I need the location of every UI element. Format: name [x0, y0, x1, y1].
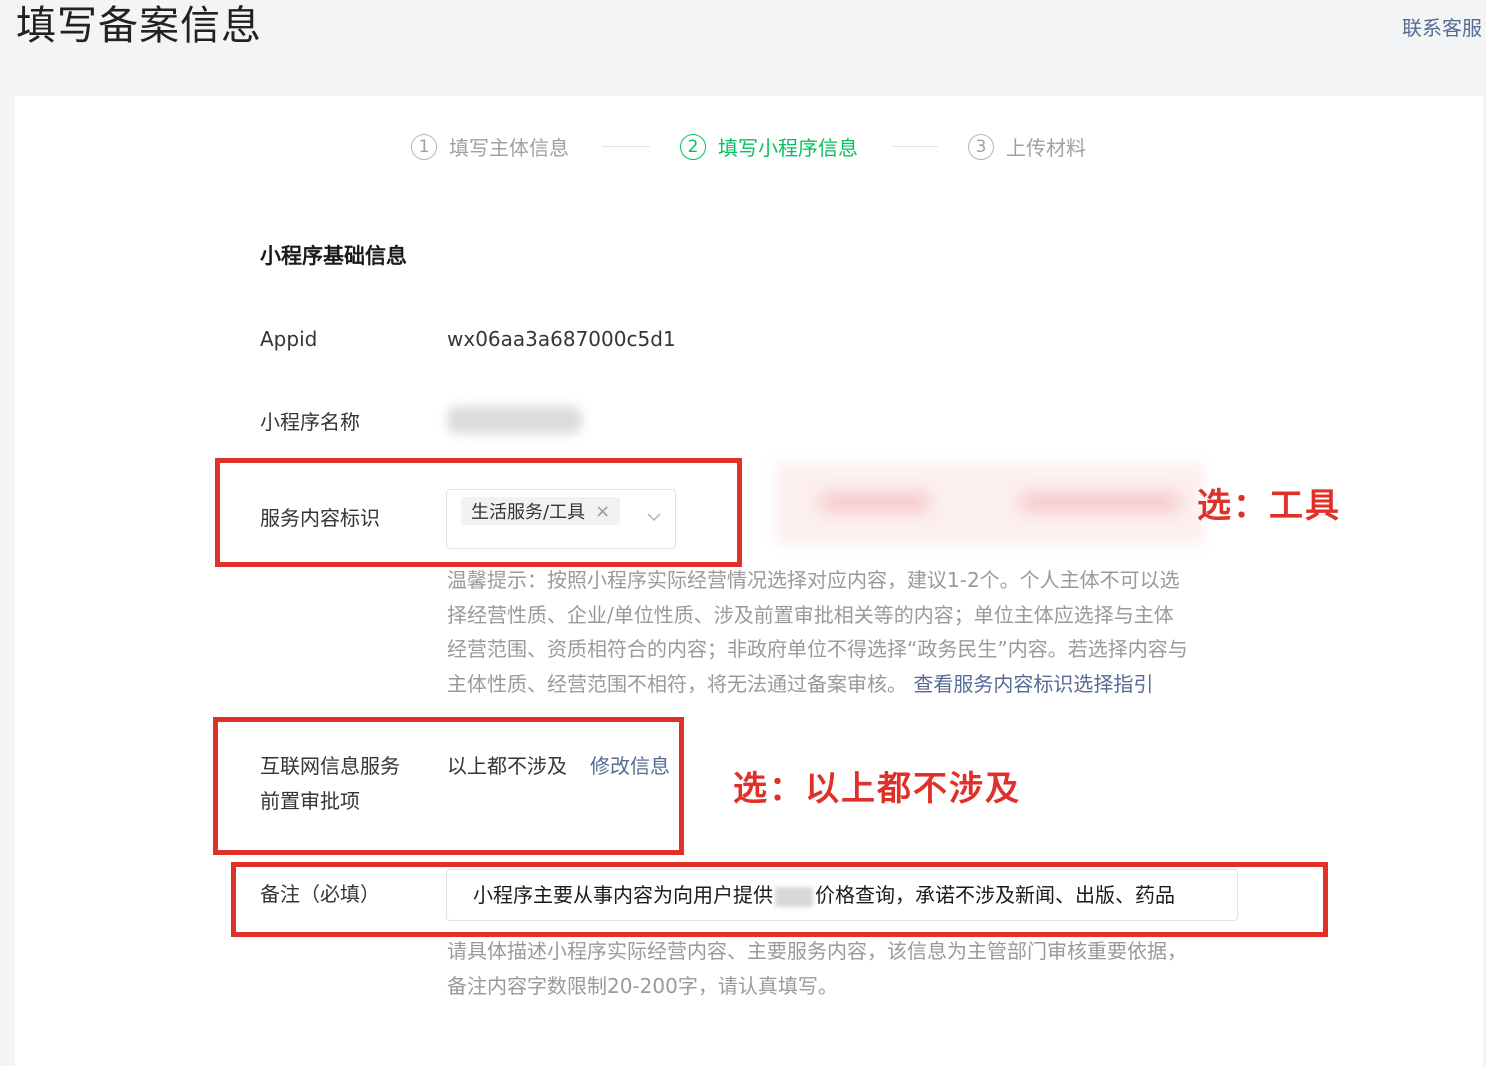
redaction-blur-streak: [820, 495, 930, 509]
step-3: 3 上传材料: [968, 132, 1086, 161]
step-number: 2: [680, 133, 706, 160]
annotation-box-service: [215, 458, 742, 567]
appid-label: Appid: [260, 327, 318, 351]
hint-line: 经营范围、资质相符合的内容；非政府单位不得选择“政务民生”内容。若选择内容与: [447, 637, 1188, 661]
redaction-blur-streak: [1020, 495, 1180, 509]
hint-text: 主体性质、经营范围不相符，将无法通过备案审核。: [447, 671, 907, 696]
step-divider: [892, 146, 938, 147]
step-label: 填写小程序信息: [718, 136, 858, 160]
hint-line: 请具体描述小程序实际经营内容、主要服务内容，该信息为主管部门审核重要依据，: [447, 939, 1187, 963]
hint-line: 择经营性质、企业/单位性质、涉及前置审批相关等的内容；单位主体应选择与主体: [447, 602, 1174, 627]
step-number: 1: [411, 133, 437, 160]
name-label: 小程序名称: [260, 410, 360, 434]
page-title: 填写备案信息: [16, 3, 262, 49]
hint-line: 备注内容字数限制20-200字，请认真填写。: [447, 973, 838, 998]
step-label: 上传材料: [1006, 136, 1086, 160]
step-2: 2 填写小程序信息: [680, 132, 858, 161]
remark-hint: 请具体描述小程序实际经营内容、主要服务内容，该信息为主管部门审核重要依据， 备注…: [447, 934, 1187, 1003]
name-value-redacted: [447, 406, 582, 434]
section-title: 小程序基础信息: [260, 244, 407, 268]
annotation-service-choice: 选：工具: [1197, 486, 1341, 526]
step-number: 3: [968, 133, 994, 160]
service-hint: 温馨提示：按照小程序实际经营情况选择对应内容，建议1-2个。个人主体不可以选 择…: [447, 563, 1188, 701]
hint-line: 温馨提示：按照小程序实际经营情况选择对应内容，建议1-2个。个人主体不可以选: [447, 568, 1180, 592]
annotation-box-remark: [231, 862, 1328, 937]
annotation-approval-choice: 选：以上都不涉及: [733, 769, 1021, 809]
annotation-box-approval: [213, 717, 684, 855]
contact-support-link[interactable]: 联系客服: [1402, 12, 1482, 41]
step-divider: [602, 146, 650, 147]
step-1: 1 填写主体信息: [411, 132, 569, 161]
appid-value: wx06aa3a687000c5d1: [447, 327, 676, 351]
step-label: 填写主体信息: [449, 136, 569, 160]
service-guide-link[interactable]: 查看服务内容标识选择指引: [913, 672, 1153, 696]
hint-line: 主体性质、经营范围不相符，将无法通过备案审核。 查看服务内容标识选择指引: [447, 667, 1188, 702]
